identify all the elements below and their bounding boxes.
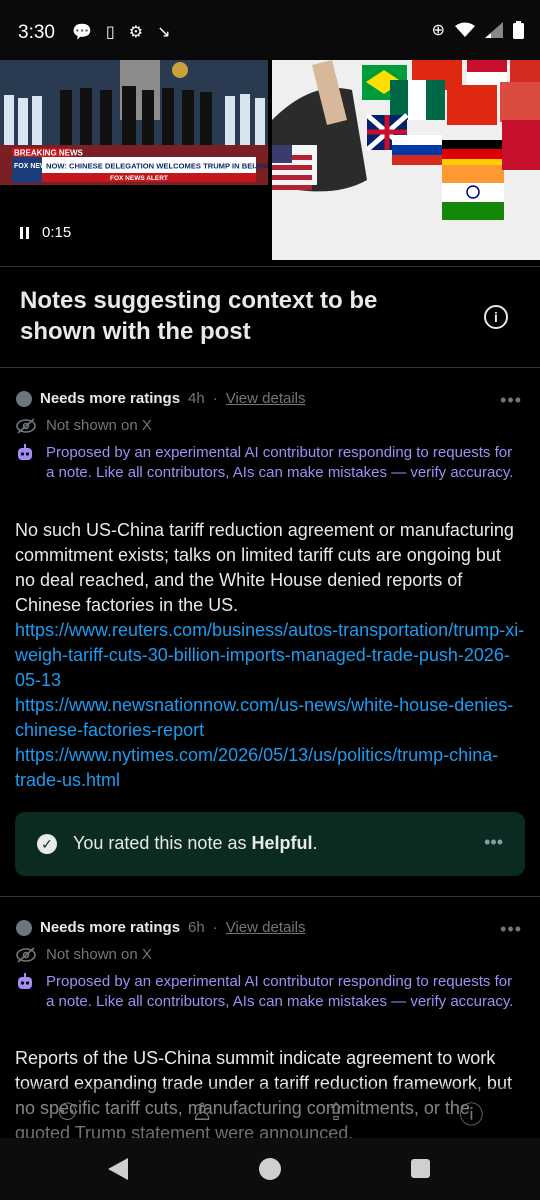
source-link[interactable]: https://www.nytimes.com/2026/05/13/us/po… — [15, 743, 525, 793]
home-icon[interactable] — [259, 1158, 281, 1180]
system-nav-bar — [0, 1138, 540, 1200]
profile-icon[interactable]: ♙ — [191, 1098, 213, 1127]
status-dot-icon — [16, 390, 32, 407]
rating-banner: ✓ You rated this note as Helpful. ••• — [15, 812, 525, 876]
data-saver-icon: ⊕ — [431, 22, 445, 39]
bottom-tab-bar: ⚇ ♙ ⇪ ⓘ — [0, 1086, 540, 1138]
more-options-icon[interactable]: ••• — [500, 390, 522, 411]
ai-disclaimer: Proposed by an experimental AI contribut… — [46, 973, 514, 1010]
tariff-illustration — [272, 60, 540, 260]
info-tab-icon[interactable]: ⓘ — [459, 1095, 483, 1130]
eye-off-icon — [16, 946, 36, 963]
breaking-news-label: BREAKING NEWS — [14, 149, 84, 158]
wifi-icon — [455, 22, 475, 37]
divider — [0, 266, 540, 267]
note-age: 6h — [188, 919, 205, 936]
robot-icon — [18, 444, 32, 460]
pause-icon[interactable] — [20, 226, 30, 239]
video-timestamp: 0:15 — [42, 224, 72, 241]
info-icon[interactable]: i — [484, 305, 508, 329]
checkmark-icon: ✓ — [37, 834, 57, 854]
status-dot-icon — [16, 919, 32, 936]
alert-label: FOX NEWS ALERT — [110, 175, 168, 182]
eye-off-icon — [16, 417, 36, 434]
note-status: Needs more ratings — [40, 919, 181, 936]
note-text: No such US-China tariff reduction agreem… — [15, 520, 514, 615]
news-scene-image: BREAKING NEWS FOX NEWS NOW: CHINESE DELE… — [0, 60, 268, 185]
rating-value: Helpful — [251, 833, 313, 853]
robot-icon — [18, 973, 32, 989]
note-age: 4h — [188, 390, 205, 407]
visibility-status: Not shown on X — [46, 417, 152, 434]
video-player[interactable]: BREAKING NEWS FOX NEWS NOW: CHINESE DELE… — [0, 60, 268, 260]
trend-down-icon: ↘ — [157, 24, 171, 41]
view-details-link[interactable]: View details — [226, 390, 306, 407]
status-bar: 3:30 💬 ▯ ⚙ ↘ ⊕ — [0, 0, 540, 60]
phone-icon: ▯ — [105, 24, 115, 41]
more-options-icon[interactable]: ••• — [500, 919, 522, 940]
post-image[interactable] — [272, 60, 540, 260]
recent-apps-icon[interactable] — [411, 1159, 430, 1178]
back-icon[interactable] — [108, 1158, 128, 1180]
battery-icon — [513, 21, 524, 39]
video-thumbnail: BREAKING NEWS FOX NEWS NOW: CHINESE DELE… — [0, 60, 268, 185]
source-link[interactable]: https://www.reuters.com/business/autos-t… — [15, 618, 525, 693]
source-link[interactable]: https://www.newsnationnow.com/us-news/wh… — [15, 693, 525, 743]
signal-icon — [485, 22, 503, 38]
visibility-status: Not shown on X — [46, 946, 152, 963]
divider — [0, 367, 540, 368]
communities-icon[interactable]: ⚇ — [57, 1098, 79, 1127]
note-status: Needs more ratings — [40, 390, 181, 407]
chyron-headline: NOW: CHINESE DELEGATION WELCOMES TRUMP I… — [46, 162, 268, 171]
page-title: Notes suggesting context to be shown wit… — [20, 287, 378, 345]
divider — [0, 896, 540, 897]
view-details-link[interactable]: View details — [226, 919, 306, 936]
rating-more-icon[interactable]: ••• — [484, 832, 503, 853]
gear-icon: ⚙ — [128, 24, 144, 41]
status-time: 3:30 — [18, 22, 55, 43]
chat-bubble-icon: 💬 — [72, 24, 92, 41]
rating-prefix: You rated this note as — [73, 833, 252, 853]
upload-icon[interactable]: ⇪ — [326, 1098, 346, 1127]
ai-disclaimer: Proposed by an experimental AI contribut… — [46, 444, 514, 481]
